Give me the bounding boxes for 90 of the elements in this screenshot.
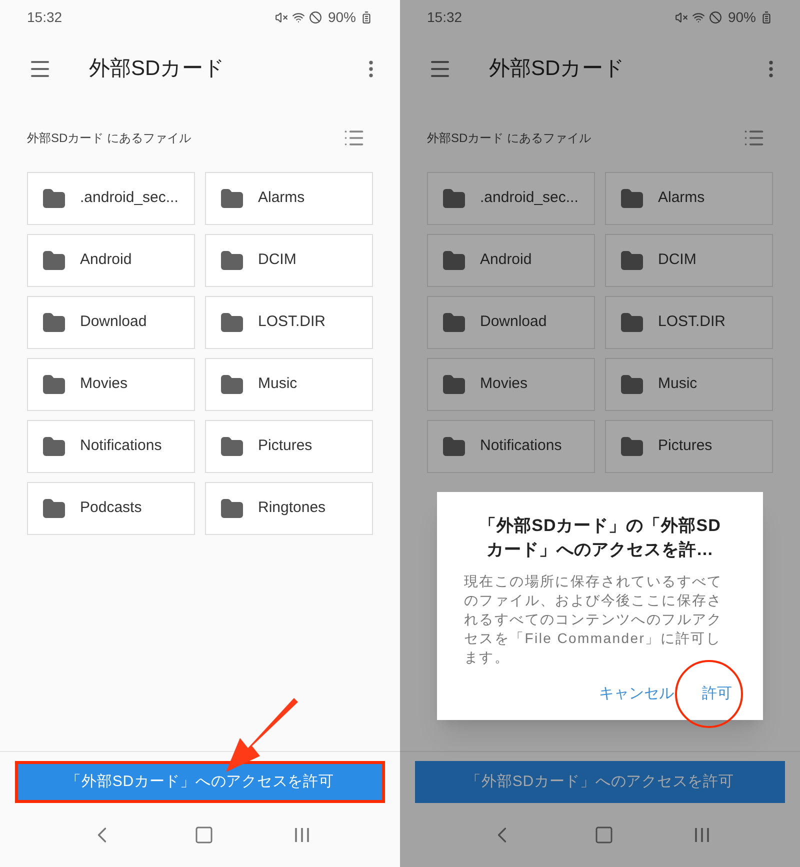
folder-tile[interactable]: Android <box>27 234 195 287</box>
folder-tile[interactable]: Alarms <box>605 172 773 225</box>
folder-icon <box>42 434 66 458</box>
folder-tile[interactable]: Movies <box>27 358 195 411</box>
battery-level: 90% <box>728 8 756 26</box>
folder-tile[interactable]: Pictures <box>205 420 373 473</box>
folder-tile[interactable]: LOST.DIR <box>205 296 373 349</box>
folder-name: Podcasts <box>80 498 142 518</box>
folder-icon <box>220 434 244 458</box>
folder-name: Music <box>658 374 698 394</box>
folder-icon <box>620 310 644 334</box>
folder-name: Music <box>258 374 298 394</box>
recent-apps-icon[interactable] <box>692 826 711 844</box>
dialog-message: 現在この場所に保存されているすべてのファイル、および今後ここに保存されるすべてのコンテンツへのフルアクセスを「File Commander」に許可します。 <box>464 572 724 667</box>
folder-name: DCIM <box>258 250 296 270</box>
folder-name: .android_sec... <box>80 188 178 208</box>
folder-tile[interactable]: .android_sec... <box>27 172 195 225</box>
folder-tile[interactable]: DCIM <box>205 234 373 287</box>
folder-tile[interactable]: Movies <box>427 358 595 411</box>
folder-tile[interactable]: Notifications <box>427 420 595 473</box>
folder-tile[interactable]: Podcasts <box>27 482 195 535</box>
folder-name: Alarms <box>658 188 705 208</box>
folder-icon <box>220 496 244 520</box>
folder-name: Android <box>80 250 132 270</box>
folder-name: LOST.DIR <box>658 312 726 332</box>
wifi-icon <box>692 10 705 24</box>
folder-name: Movies <box>480 374 528 394</box>
folder-name: Movies <box>80 374 128 394</box>
folder-tile[interactable]: .android_sec... <box>427 172 595 225</box>
folder-tile[interactable]: Download <box>27 296 195 349</box>
folder-icon <box>42 310 66 334</box>
folder-icon <box>42 248 66 272</box>
folder-tile[interactable]: Music <box>605 358 773 411</box>
recent-apps-icon[interactable] <box>292 826 311 844</box>
folder-tile[interactable]: LOST.DIR <box>605 296 773 349</box>
wifi-icon <box>292 10 305 24</box>
folder-icon <box>220 310 244 334</box>
location-label: 外部SDカード にあるファイル <box>427 130 592 147</box>
folder-icon <box>620 372 644 396</box>
location-label: 外部SDカード にあるファイル <box>27 130 192 147</box>
home-icon[interactable] <box>594 825 614 845</box>
folder-icon <box>220 372 244 396</box>
folder-icon <box>442 186 466 210</box>
grant-access-button[interactable]: 「外部SDカード」へのアクセスを許可 <box>15 761 385 803</box>
folder-name: Alarms <box>258 188 305 208</box>
status-time: 15:32 <box>427 8 462 26</box>
do-not-disturb-icon <box>708 10 722 24</box>
folder-tile[interactable]: DCIM <box>605 234 773 287</box>
folder-icon <box>42 372 66 396</box>
folder-icon <box>442 372 466 396</box>
folder-icon <box>620 248 644 272</box>
folder-icon <box>220 186 244 210</box>
folder-name: Pictures <box>658 436 712 456</box>
folder-icon <box>620 434 644 458</box>
toolbar-title: 外部SDカード <box>489 56 626 82</box>
folder-tile[interactable]: Pictures <box>605 420 773 473</box>
dialog-action[interactable]: キャンセル <box>595 677 678 712</box>
battery-level: 90% <box>328 8 356 26</box>
folder-icon <box>620 186 644 210</box>
folder-tile[interactable]: Download <box>427 296 595 349</box>
folder-icon <box>442 310 466 334</box>
status-time: 15:32 <box>27 8 62 26</box>
folder-tile[interactable]: Notifications <box>27 420 195 473</box>
folder-tile[interactable]: Alarms <box>205 172 373 225</box>
do-not-disturb-icon <box>308 10 322 24</box>
folder-icon <box>442 248 466 272</box>
battery-icon <box>760 10 773 24</box>
folder-tile[interactable]: Ringtones <box>205 482 373 535</box>
folder-tile[interactable]: Music <box>205 358 373 411</box>
folder-icon <box>42 496 66 520</box>
folder-name: .android_sec... <box>480 188 578 208</box>
folder-name: DCIM <box>658 250 696 270</box>
home-icon[interactable] <box>194 825 214 845</box>
folder-name: Notifications <box>480 436 562 456</box>
folder-name: Android <box>480 250 532 270</box>
folder-name: Ringtones <box>258 498 326 518</box>
folder-tile[interactable]: Android <box>427 234 595 287</box>
battery-icon <box>360 10 373 24</box>
mute-icon <box>674 10 688 24</box>
folder-name: Download <box>80 312 147 332</box>
folder-name: Notifications <box>80 436 162 456</box>
folder-name: Download <box>480 312 547 332</box>
folder-name: LOST.DIR <box>258 312 326 332</box>
folder-name: Pictures <box>258 436 312 456</box>
toolbar-title: 外部SDカード <box>89 56 226 82</box>
folder-icon <box>220 248 244 272</box>
folder-icon <box>42 186 66 210</box>
dialog-title: 「外部SDカード」の「外部SDカード」へのアクセスを許… <box>478 515 722 561</box>
folder-icon <box>442 434 466 458</box>
mute-icon <box>274 10 288 24</box>
